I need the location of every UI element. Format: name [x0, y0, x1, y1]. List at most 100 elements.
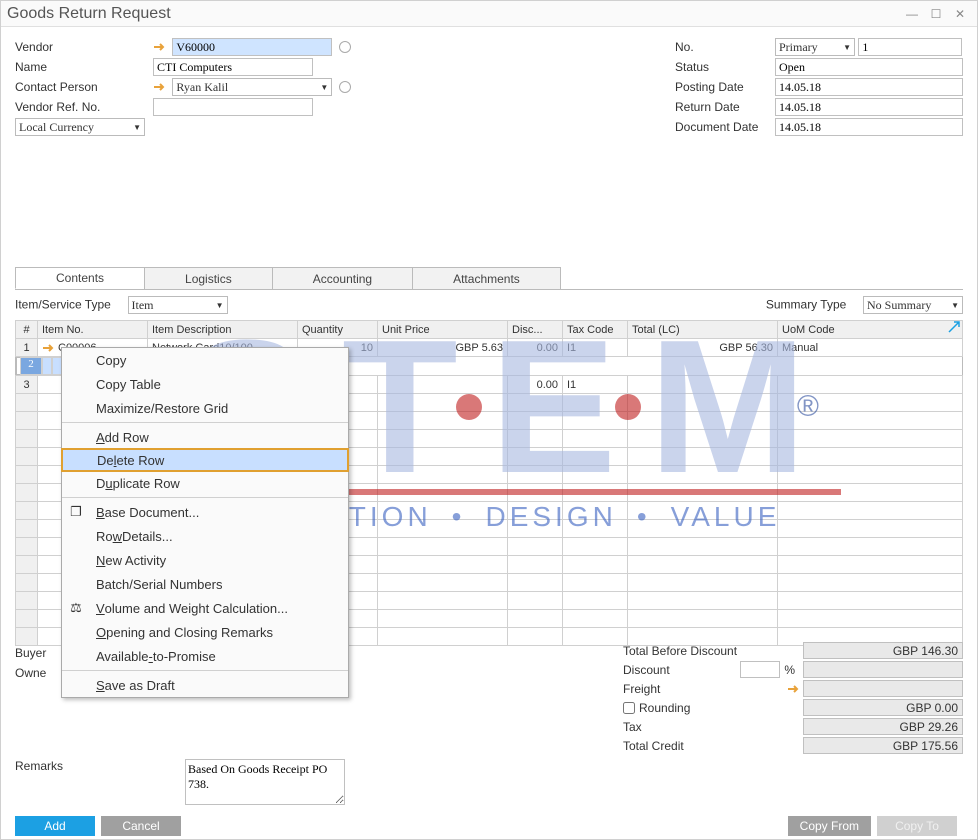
maximize-icon[interactable]: ☐ — [925, 5, 947, 23]
freight-value — [803, 680, 963, 697]
copy-from-button[interactable]: Copy From — [788, 816, 871, 836]
tab-attachments[interactable]: Attachments — [412, 267, 561, 289]
menu-delete-row[interactable]: Delete Row — [61, 448, 349, 472]
tab-logistics[interactable]: Logistics — [144, 267, 273, 289]
item-type-select[interactable]: Item — [128, 296, 228, 314]
contact-label: Contact Person — [15, 77, 153, 97]
cell-total[interactable] — [628, 376, 778, 394]
item-type-label: Item/Service Type — [15, 298, 111, 312]
name-label: Name — [15, 57, 153, 77]
cell-tax[interactable]: I1 — [563, 339, 628, 357]
col-item[interactable]: Item No. — [38, 321, 148, 339]
footer: Add Cancel Copy From Copy To — [1, 813, 977, 839]
cell-disc[interactable]: 0.00 — [508, 339, 563, 357]
minimize-icon[interactable]: — — [901, 5, 923, 23]
col-qty[interactable]: Quantity — [298, 321, 378, 339]
pct-label: % — [784, 663, 795, 677]
window-controls: — ☐ ✕ — [901, 5, 971, 23]
menu-new-activity[interactable]: New Activity — [62, 548, 348, 572]
ref-input[interactable] — [153, 98, 313, 116]
posting-input[interactable] — [775, 78, 963, 96]
link-arrow-icon[interactable] — [153, 82, 167, 92]
tax-value: GBP 29.26 — [803, 718, 963, 735]
return-input[interactable] — [775, 98, 963, 116]
menu-save-draft[interactable]: Save as Draft — [62, 673, 348, 697]
header-area: Vendor Name Contact Person Ryan Kali — [15, 37, 963, 137]
cancel-button[interactable]: Cancel — [101, 816, 181, 836]
cell-disc[interactable]: 0.00 — [508, 376, 563, 394]
expand-icon[interactable] — [947, 320, 961, 334]
close-icon[interactable]: ✕ — [949, 5, 971, 23]
picker-icon[interactable] — [339, 41, 351, 53]
menu-duplicate-row[interactable]: Duplicate Row — [62, 471, 348, 495]
row-num[interactable]: 2 — [20, 357, 42, 375]
no-select[interactable]: Primary — [775, 38, 855, 56]
menu-row-details[interactable]: Row Details... — [62, 524, 348, 548]
vendor-label: Vendor — [15, 37, 153, 57]
col-disc[interactable]: Disc... — [508, 321, 563, 339]
credit-value: GBP 175.56 — [803, 737, 963, 754]
cell-price[interactable]: GBP 5.63 — [378, 339, 508, 357]
row-num[interactable]: 3 — [16, 376, 38, 394]
tab-contents[interactable]: Contents — [15, 267, 145, 289]
col-uom[interactable]: UoM Code — [778, 321, 963, 339]
add-button[interactable]: Add — [15, 816, 95, 836]
menu-opening-closing[interactable]: Opening and Closing Remarks — [62, 620, 348, 644]
col-price[interactable]: Unit Price — [378, 321, 508, 339]
no-select-value: Primary — [779, 40, 818, 55]
tbd-value: GBP 146.30 — [803, 642, 963, 659]
discount-label: Discount — [623, 663, 670, 677]
name-input[interactable] — [153, 58, 313, 76]
no-input[interactable] — [858, 38, 962, 56]
summary-type-select[interactable]: No Summary — [863, 296, 963, 314]
cell-item[interactable] — [42, 357, 52, 375]
link-arrow-icon[interactable] — [787, 684, 801, 694]
menu-copy[interactable]: Copy — [62, 348, 348, 372]
col-desc[interactable]: Item Description — [148, 321, 298, 339]
titlebar: Goods Return Request — ☐ ✕ — [1, 1, 977, 27]
col-tax[interactable]: Tax Code — [563, 321, 628, 339]
cell-uom[interactable] — [778, 376, 963, 394]
contact-value: Ryan Kalil — [176, 80, 228, 95]
document-icon: ❐ — [68, 504, 84, 520]
cell-tax[interactable]: I1 — [563, 376, 628, 394]
tbd-label: Total Before Discount — [623, 644, 737, 658]
cell-price[interactable] — [378, 376, 508, 394]
menu-add-row[interactable]: Add Row — [62, 425, 348, 449]
menu-maximize[interactable]: Maximize/Restore Grid — [62, 396, 348, 420]
menu-atp[interactable]: Available-to-Promise — [62, 644, 348, 668]
tabs: Contents Logistics Accounting Attachment… — [15, 267, 963, 290]
no-label: No. — [675, 37, 775, 57]
discount-pct-input[interactable] — [740, 661, 780, 678]
doc-label: Document Date — [675, 117, 775, 137]
status-input — [775, 58, 963, 76]
contact-select[interactable]: Ryan Kalil — [172, 78, 332, 96]
col-num[interactable]: # — [16, 321, 38, 339]
col-total[interactable]: Total (LC) — [628, 321, 778, 339]
item-type-value: Item — [132, 298, 154, 313]
vendor-input[interactable] — [172, 38, 332, 56]
remarks: Remarks — [15, 759, 345, 805]
tab-accounting[interactable]: Accounting — [272, 267, 413, 289]
menu-base-document[interactable]: ❐Base Document... — [62, 500, 348, 524]
currency-select[interactable]: Local Currency — [15, 118, 145, 136]
cell-total[interactable]: GBP 56.30 — [628, 339, 778, 357]
remarks-input[interactable] — [185, 759, 345, 805]
picker-icon[interactable] — [339, 81, 351, 93]
doc-input[interactable] — [775, 118, 963, 136]
totals: Total Before Discount GBP 146.30 Discoun… — [623, 641, 963, 755]
summary-type-label: Summary Type — [766, 298, 846, 312]
link-arrow-icon[interactable] — [153, 42, 167, 52]
discount-value — [803, 661, 963, 678]
freight-label: Freight — [623, 682, 660, 696]
menu-copy-table[interactable]: Copy Table — [62, 372, 348, 396]
window: Goods Return Request — ☐ ✕ Vendor Name — [0, 0, 978, 840]
cell-uom[interactable]: Manual — [778, 339, 963, 357]
remarks-label: Remarks — [15, 759, 185, 805]
menu-volume-weight[interactable]: ⚖Volume and Weight Calculation... — [62, 596, 348, 620]
content: Vendor Name Contact Person Ryan Kali — [1, 31, 977, 839]
row-num[interactable]: 1 — [16, 339, 38, 357]
grid-subheader: Item/Service Type Item Summary Type No S… — [15, 290, 963, 320]
rounding-checkbox[interactable] — [623, 702, 635, 714]
menu-batch-serial[interactable]: Batch/Serial Numbers — [62, 572, 348, 596]
